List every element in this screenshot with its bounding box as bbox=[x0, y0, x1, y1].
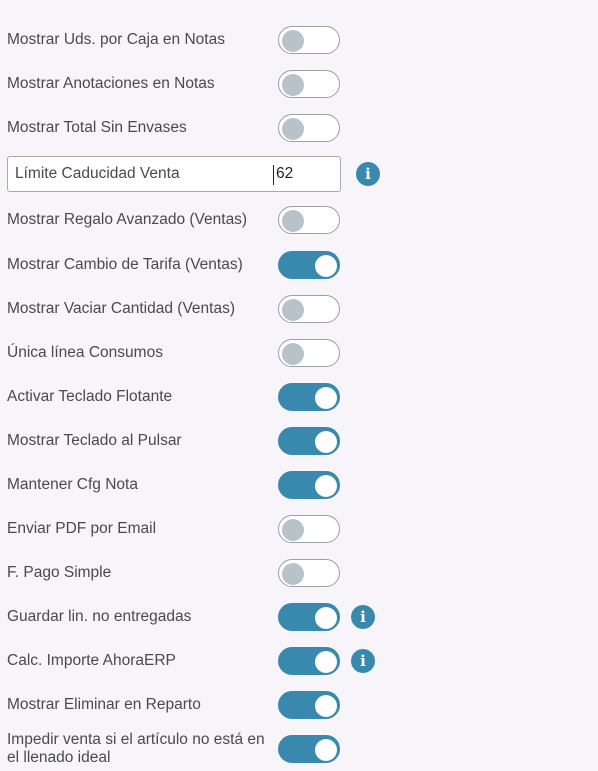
setting-toggle[interactable] bbox=[278, 735, 340, 763]
setting-toggle[interactable] bbox=[278, 206, 340, 234]
info-icon[interactable]: i bbox=[356, 162, 380, 186]
setting-label: Única línea Consumos bbox=[7, 344, 163, 361]
setting-row: Mantener Cfg Nota bbox=[0, 463, 598, 507]
toggle-knob bbox=[315, 387, 337, 409]
setting-label: Mostrar Eliminar en Reparto bbox=[7, 696, 201, 713]
toggle-knob bbox=[282, 299, 304, 321]
setting-label: Mostrar Regalo Avanzado (Ventas) bbox=[7, 211, 248, 228]
toggle-knob bbox=[282, 343, 304, 365]
setting-row: Mostrar Teclado al Pulsar bbox=[0, 419, 598, 463]
expiry-limit-input[interactable] bbox=[276, 161, 336, 187]
setting-row: Mostrar Regalo Avanzado (Ventas) bbox=[0, 198, 598, 242]
setting-toggle[interactable] bbox=[278, 251, 340, 279]
setting-row: Enviar PDF por Email bbox=[0, 507, 598, 551]
toggle-knob bbox=[282, 30, 304, 52]
info-icon[interactable]: i bbox=[351, 605, 375, 629]
setting-toggle[interactable] bbox=[278, 647, 340, 675]
setting-row: Calc. Importe AhoraERP i bbox=[0, 639, 598, 683]
expiry-limit-label: Límite Caducidad Venta bbox=[15, 165, 180, 182]
setting-row: Mostrar Total Sin Envases bbox=[0, 106, 598, 150]
toggle-knob bbox=[282, 118, 304, 140]
toggle-knob bbox=[315, 431, 337, 453]
toggle-knob bbox=[282, 519, 304, 541]
toggle-knob bbox=[282, 74, 304, 96]
setting-toggle[interactable] bbox=[278, 339, 340, 367]
toggle-knob bbox=[282, 210, 304, 232]
toggle-knob bbox=[315, 255, 337, 277]
setting-toggle[interactable] bbox=[278, 515, 340, 543]
setting-row: Mostrar Eliminar en Reparto bbox=[0, 683, 598, 727]
expiry-limit-field[interactable]: Límite Caducidad Venta bbox=[7, 156, 341, 192]
setting-label: Calc. Importe AhoraERP bbox=[7, 652, 176, 669]
setting-row: Mostrar Anotaciones en Notas bbox=[0, 62, 598, 106]
setting-toggle[interactable] bbox=[278, 383, 340, 411]
setting-label: Mostrar Total Sin Envases bbox=[7, 119, 187, 136]
toggle-knob bbox=[315, 739, 337, 761]
toggle-knob bbox=[315, 475, 337, 497]
setting-toggle[interactable] bbox=[278, 70, 340, 98]
setting-toggle[interactable] bbox=[278, 114, 340, 142]
setting-label: Mostrar Uds. por Caja en Notas bbox=[7, 31, 225, 48]
setting-row: Mostrar Vaciar Cantidad (Ventas) bbox=[0, 287, 598, 331]
setting-row: Única línea Consumos bbox=[0, 331, 598, 375]
setting-label: Mantener Cfg Nota bbox=[7, 476, 138, 493]
setting-toggle[interactable] bbox=[278, 603, 340, 631]
setting-row: Activar Teclado Flotante bbox=[0, 375, 598, 419]
setting-label: Guardar lin. no entregadas bbox=[7, 608, 192, 625]
settings-list: Mostrar Uds. por Caja en Notas Mostrar An… bbox=[0, 0, 598, 769]
setting-row: F. Pago Simple bbox=[0, 551, 598, 595]
setting-label: Activar Teclado Flotante bbox=[7, 388, 173, 405]
setting-label: Mostrar Teclado al Pulsar bbox=[7, 432, 182, 449]
setting-label: Impedir venta si el artículo no está en … bbox=[7, 731, 265, 766]
setting-toggle[interactable] bbox=[278, 471, 340, 499]
toggle-knob bbox=[315, 695, 337, 717]
setting-label: Enviar PDF por Email bbox=[7, 520, 157, 537]
toggle-knob bbox=[282, 563, 304, 585]
setting-row: Mostrar Cambio de Tarifa (Ventas) bbox=[0, 243, 598, 287]
setting-row: Impedir venta si el artículo no está en … bbox=[0, 727, 598, 771]
toggle-knob bbox=[315, 607, 337, 629]
toggle-knob bbox=[315, 651, 337, 673]
setting-toggle[interactable] bbox=[278, 559, 340, 587]
setting-row: Guardar lin. no entregadas i bbox=[0, 595, 598, 639]
setting-toggle[interactable] bbox=[278, 26, 340, 54]
setting-label: Mostrar Vaciar Cantidad (Ventas) bbox=[7, 300, 236, 317]
setting-label: F. Pago Simple bbox=[7, 564, 112, 581]
setting-label: Mostrar Cambio de Tarifa (Ventas) bbox=[7, 256, 243, 273]
setting-row: Límite Caducidad Venta i bbox=[0, 152, 598, 196]
setting-toggle[interactable] bbox=[278, 295, 340, 323]
setting-toggle[interactable] bbox=[278, 691, 340, 719]
field-divider bbox=[273, 165, 274, 185]
setting-label: Mostrar Anotaciones en Notas bbox=[7, 75, 215, 92]
setting-toggle[interactable] bbox=[278, 427, 340, 455]
setting-row: Mostrar Uds. por Caja en Notas bbox=[0, 18, 598, 62]
info-icon[interactable]: i bbox=[351, 649, 375, 673]
